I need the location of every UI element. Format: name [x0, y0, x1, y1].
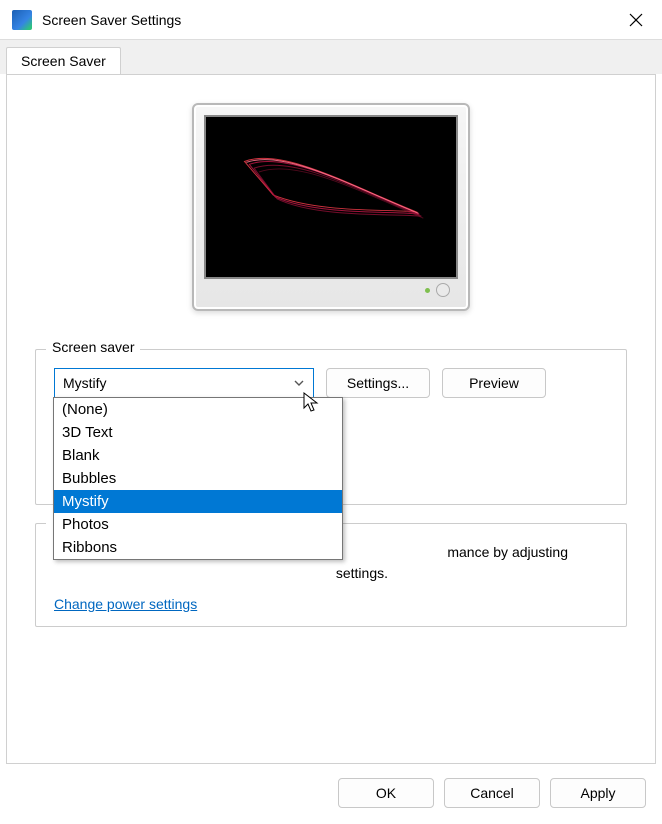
close-icon: [629, 13, 643, 27]
screensaver-select-value: Mystify: [63, 375, 107, 391]
tab-bar: Screen Saver: [0, 40, 662, 74]
cancel-button[interactable]: Cancel: [444, 778, 540, 808]
option-none[interactable]: (None): [54, 398, 342, 421]
option-ribbons[interactable]: Ribbons: [54, 536, 342, 559]
screensaver-preview: [204, 115, 458, 279]
apply-button[interactable]: Apply: [550, 778, 646, 808]
preview-area: [35, 103, 627, 311]
ok-button[interactable]: OK: [338, 778, 434, 808]
option-blank[interactable]: Blank: [54, 444, 342, 467]
titlebar: Screen Saver Settings: [0, 0, 662, 40]
screensaver-select[interactable]: Mystify: [54, 368, 314, 398]
monitor-base: [204, 279, 458, 301]
power-led-icon: [425, 288, 430, 293]
window-title: Screen Saver Settings: [42, 12, 181, 28]
tab-content: Screen saver Mystify Settings... Preview…: [6, 74, 656, 764]
screensaver-dropdown-list[interactable]: (None) 3D Text Blank Bubbles Mystify Pho…: [53, 397, 343, 560]
change-power-settings-link[interactable]: Change power settings: [54, 596, 197, 612]
option-3d-text[interactable]: 3D Text: [54, 421, 342, 444]
chevron-down-icon: [293, 377, 305, 389]
option-mystify[interactable]: Mystify: [54, 490, 342, 513]
mystify-graphic: [206, 117, 456, 277]
tab-screen-saver[interactable]: Screen Saver: [6, 47, 121, 75]
option-bubbles[interactable]: Bubbles: [54, 467, 342, 490]
power-button-icon: [436, 283, 450, 297]
preview-button[interactable]: Preview: [442, 368, 546, 398]
app-icon: [12, 10, 32, 30]
close-button[interactable]: [622, 6, 650, 34]
settings-button[interactable]: Settings...: [326, 368, 430, 398]
power-text-line2-tail: settings.: [54, 563, 608, 584]
screensaver-controls-row: Mystify Settings... Preview: [54, 368, 608, 398]
option-photos[interactable]: Photos: [54, 513, 342, 536]
screensaver-group: Screen saver Mystify Settings... Preview…: [35, 349, 627, 505]
monitor-frame: [192, 103, 470, 311]
group-label-screensaver: Screen saver: [46, 339, 140, 355]
dialog-button-row: OK Cancel Apply: [0, 764, 662, 808]
